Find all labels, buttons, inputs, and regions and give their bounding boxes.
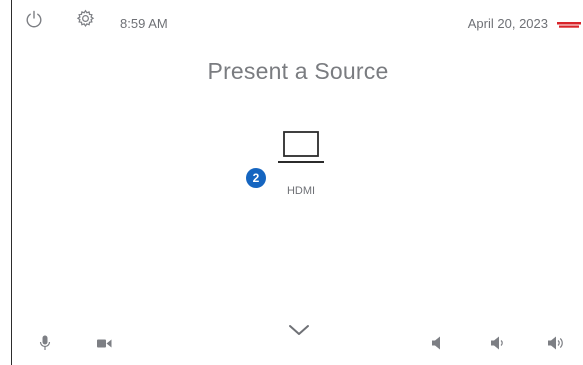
curtiss-wright-logo (556, 21, 582, 29)
touch-panel-screen: 8:59 AM April 20, 2023 Present a Source … (11, 0, 583, 365)
volume-mute-icon[interactable] (431, 336, 443, 350)
power-icon[interactable] (25, 10, 43, 28)
top-bar: 8:59 AM April 20, 2023 (12, 0, 583, 44)
page-title: Present a Source (207, 58, 389, 84)
source-hdmi-button[interactable]: HDMI (256, 124, 346, 204)
laptop-icon (278, 131, 324, 163)
camera-icon[interactable] (97, 338, 112, 349)
volume-up-icon[interactable] (547, 336, 565, 350)
source-count-badge: 2 (246, 168, 266, 188)
source-label: HDMI (286, 185, 316, 197)
clock-time: 8:59 AM (120, 16, 168, 31)
gear-icon[interactable] (76, 9, 95, 28)
microphone-icon[interactable] (39, 335, 51, 351)
current-date: April 20, 2023 (467, 16, 548, 31)
bottom-bar (12, 318, 583, 365)
volume-down-icon[interactable] (490, 336, 505, 350)
chevron-down-icon[interactable] (288, 324, 310, 337)
